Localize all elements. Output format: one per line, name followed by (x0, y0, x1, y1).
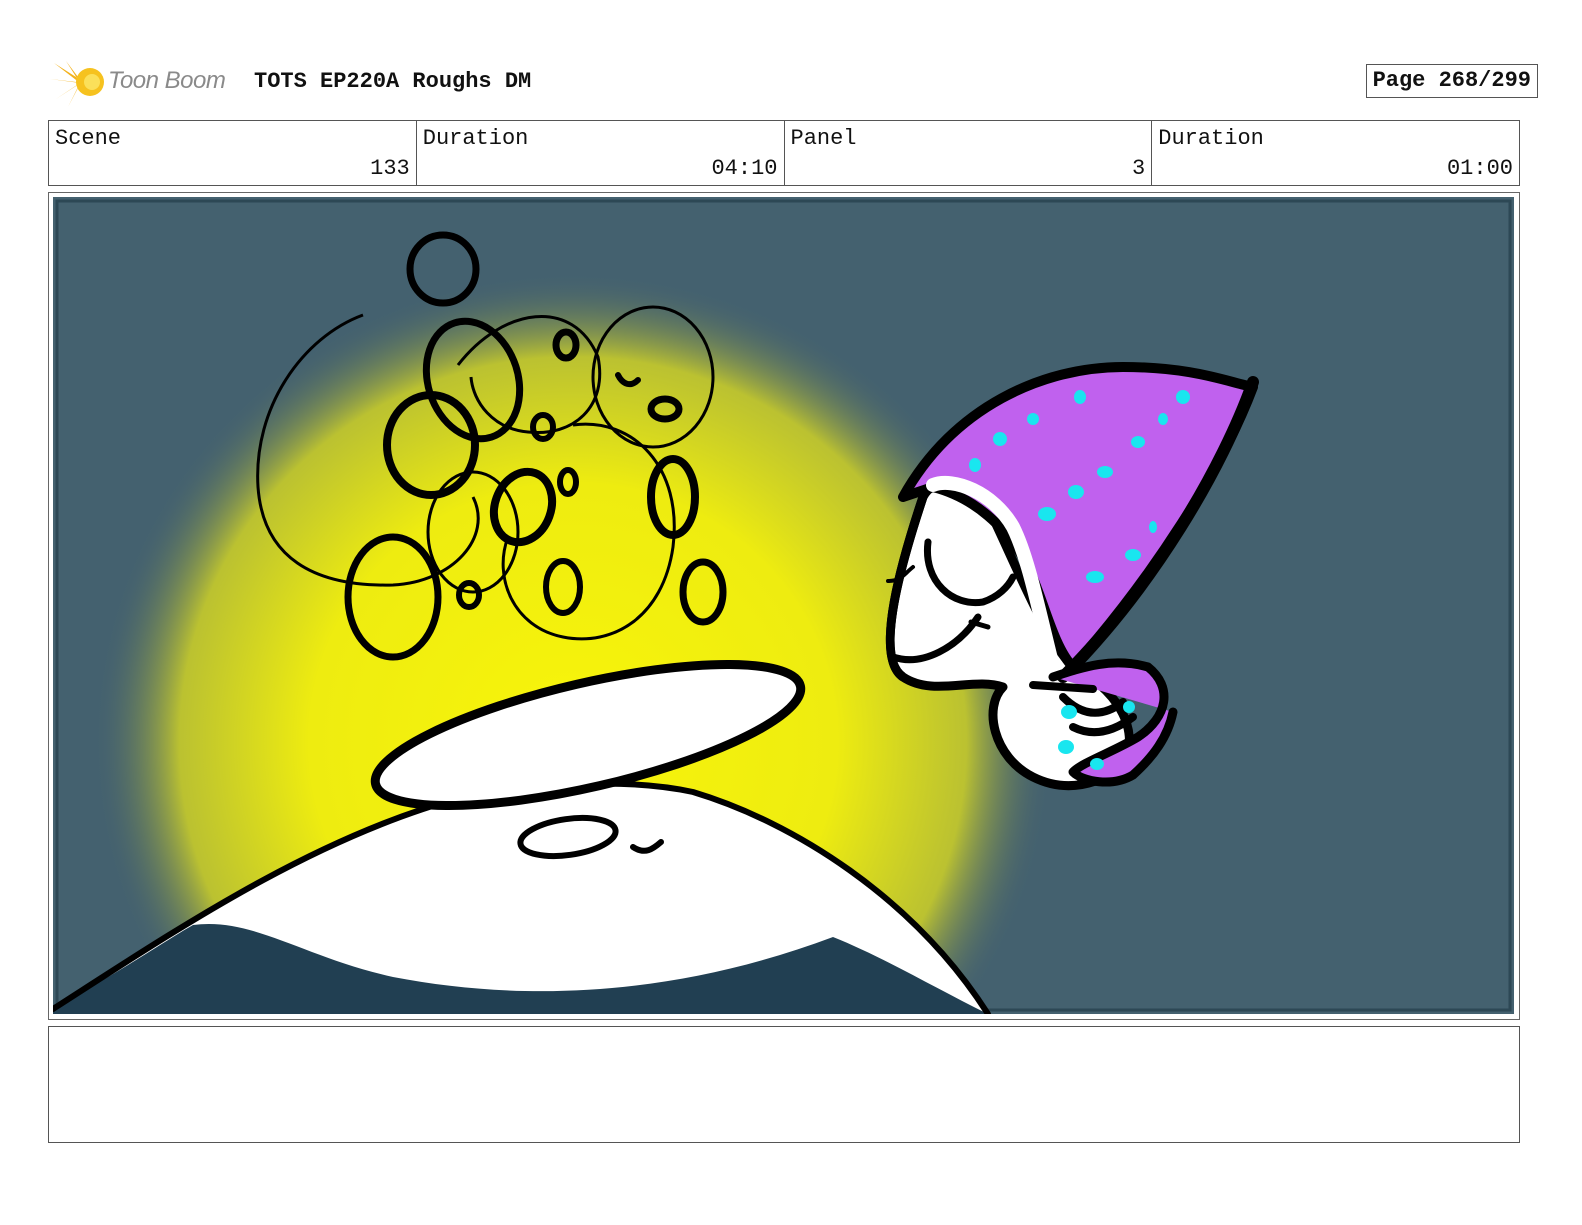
scene-duration-cell: Duration 04:10 (417, 121, 785, 185)
toon-boom-logo: Toon Boom (50, 55, 250, 111)
storyboard-header: Toon Boom TOTS EP220A Roughs DM Page 268… (48, 55, 1538, 111)
scene-value: 133 (370, 156, 410, 181)
panel-duration-label: Duration (1158, 126, 1264, 151)
panel-artwork (53, 197, 1515, 1015)
starburst-icon (50, 61, 104, 107)
page-number: Page 268/299 (1365, 64, 1538, 98)
storyboard-panel (48, 192, 1520, 1020)
panel-value: 3 (1132, 156, 1146, 181)
panel-info-table: Scene 133 Duration 04:10 Panel 3 Duratio… (48, 120, 1520, 186)
panel-cell: Panel 3 (785, 121, 1153, 185)
panel-notes (48, 1026, 1520, 1143)
panel-duration-cell: Duration 01:00 (1152, 121, 1519, 185)
panel-drawing (53, 197, 1514, 1014)
scene-duration-value: 04:10 (711, 156, 778, 181)
panel-label: Panel (790, 126, 857, 151)
logo-wordmark: Toon Boom (108, 67, 226, 94)
scene-label: Scene (55, 126, 122, 151)
scene-duration-label: Duration (422, 126, 529, 151)
panel-duration-value: 01:00 (1446, 156, 1513, 181)
scene-cell: Scene 133 (49, 121, 417, 185)
document-title: TOTS EP220A Roughs DM (254, 69, 532, 94)
